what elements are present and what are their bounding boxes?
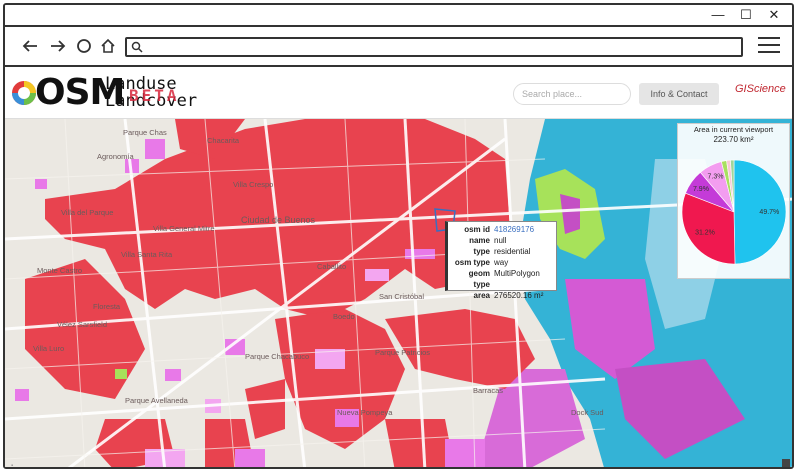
giscience-logo[interactable]: GIScience [735,83,786,95]
feature-popup: osm id 418269176 name null type resident… [445,221,557,300]
viewport-area-panel: Area in current viewport 223.70 km² 49.7… [677,123,790,279]
pie-label: 7.9% [693,186,709,193]
window-controls: — ☐ ✕ [710,7,782,23]
popup-row-geom-type: geom type MultiPolygon [468,269,540,289]
search-place-input[interactable]: Search place... [513,83,631,105]
map-label: Parque Chacabuco [245,352,309,361]
hamburger-menu-icon[interactable] [758,37,780,55]
logo-beta: BETA [129,86,180,105]
map-label: Parque Patricios [375,348,430,357]
address-bar[interactable] [125,37,743,57]
back-icon[interactable] [19,35,41,57]
reload-icon[interactable] [73,35,95,57]
info-contact-button[interactable]: Info & Contact [639,83,719,105]
web-page: OSM Landuse Landcover BETA Search place.… [5,69,792,467]
site-header: OSM Landuse Landcover BETA Search place.… [5,69,792,119]
home-icon[interactable] [97,35,119,57]
map-label: Nueva Pompeya [337,408,393,417]
popup-row-name: name null [469,236,507,245]
landuse-map[interactable]: Parque Chas Agronomía Chacarita Villa Cr… [5,119,792,467]
map-label: Agronomía [97,152,135,161]
map-label: Villa General Mitre [153,224,215,233]
close-button[interactable]: ✕ [766,7,782,23]
viewport-title: Area in current viewport [693,125,774,134]
map-label: Boedo [333,312,355,321]
search-placeholder: Search place... [522,89,583,99]
search-icon [131,40,143,58]
landuse-pie-chart: 49.7% 31.2% 7.9% 7.3% [681,159,787,265]
pie-label: 31.2% [695,230,715,237]
maximize-button[interactable]: ☐ [738,7,754,23]
minimize-button[interactable]: — [710,7,726,23]
map-label: Parque Avellaneda [125,396,189,405]
browser-toolbar [5,29,792,67]
forward-icon[interactable] [47,35,69,57]
browser-window: — ☐ ✕ OSM Landuse Landcover BETA Search … [3,3,794,469]
osm-id-link[interactable]: 418269176 [494,224,552,235]
map-label: Parque Chas [123,128,167,137]
map-label: Vélez Sarsfield [57,320,107,329]
map-label: Chacarita [207,136,240,145]
popup-row-area: area 276520.16 m² [473,291,544,300]
color-wheel-icon [12,81,36,105]
map-label: Monte Castro [37,266,82,275]
map-label: Barracas [473,386,503,395]
map-canvas: Parque Chas Agronomía Chacarita Villa Cr… [5,119,792,467]
popup-row-type: type residential [473,247,531,256]
map-label: Villa Luro [33,344,64,353]
pie-label: 49.7% [759,209,779,216]
map-label: San Cristóbal [379,292,424,301]
pie-label: 7.3% [707,173,723,180]
map-label: Villa Crespo [233,180,273,189]
popup-row-osm-type: osm type way [454,258,509,267]
map-label: Villa Santa Rita [121,250,173,259]
viewport-area: 223.70 km² [713,135,754,144]
map-label: Caballito [317,262,346,271]
title-bar: — ☐ ✕ [5,5,792,27]
map-label: Dock Sud [571,408,604,417]
popup-row-osm-id: osm id 418269176 [452,224,552,235]
map-corner-control[interactable] [782,459,790,467]
map-label: Ciudad de Buenos [241,215,316,225]
map-attribution[interactable]: ▪ [11,463,13,467]
map-label: Floresta [93,302,121,311]
map-label: Villa del Parque [61,208,113,217]
